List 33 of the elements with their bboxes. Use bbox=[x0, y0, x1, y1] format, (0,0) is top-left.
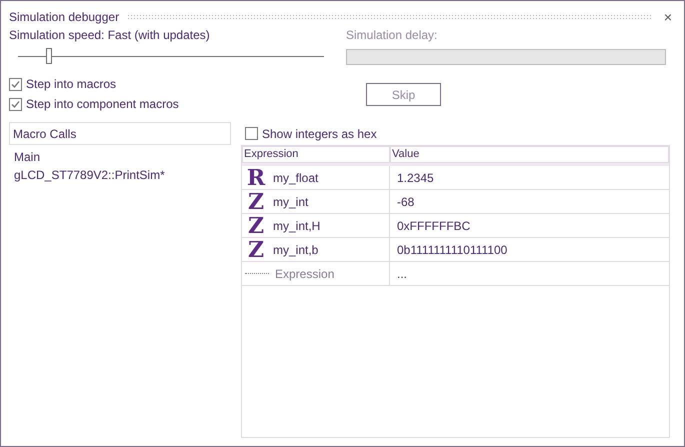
checkbox[interactable] bbox=[9, 98, 22, 110]
value-cell-text: -68 bbox=[396, 194, 416, 210]
expression-cell[interactable]: my_float bbox=[273, 168, 318, 186]
delay-label: Simulation delay: bbox=[346, 27, 438, 43]
check-icon bbox=[11, 100, 20, 108]
slider-thumb[interactable] bbox=[46, 48, 52, 64]
macro-call-item[interactable]: Main bbox=[14, 148, 226, 166]
speed-label: Simulation speed: Fast (with updates) bbox=[9, 27, 211, 43]
type-icon: Z bbox=[245, 214, 267, 236]
macro-call-item[interactable]: gLCD_ST7789V2::PrintSim* bbox=[14, 166, 226, 184]
checkbox[interactable] bbox=[245, 127, 258, 140]
close-button[interactable]: × bbox=[660, 10, 676, 24]
check-icon bbox=[11, 80, 20, 88]
panel-header: Macro Calls bbox=[9, 122, 231, 145]
value-cell-text: ... bbox=[396, 266, 408, 282]
column-header[interactable]: Value bbox=[390, 146, 669, 163]
checkbox-label: Step into component macros bbox=[26, 96, 179, 113]
value-cell-text: 0b1111111110111100 bbox=[396, 242, 508, 258]
column-header[interactable]: Expression bbox=[242, 146, 390, 163]
value-cell-text: 0xFFFFFFBC bbox=[396, 218, 472, 234]
checkbox[interactable] bbox=[9, 78, 22, 90]
window-title: Simulation debugger bbox=[9, 9, 120, 26]
type-icon: Z bbox=[245, 238, 267, 260]
type-icon: Z bbox=[245, 190, 267, 212]
dotted-line bbox=[245, 273, 269, 274]
expression-cell[interactable]: Expression bbox=[275, 264, 334, 282]
expression-cell[interactable]: my_int bbox=[273, 192, 308, 210]
checkbox-label: Show integers as hex bbox=[262, 126, 377, 142]
value-cell-text: 1.2345 bbox=[396, 170, 435, 186]
expression-cell[interactable]: my_int,b bbox=[273, 240, 318, 258]
checkbox-label: Step into macros bbox=[26, 76, 116, 93]
expression-cell[interactable]: my_int,H bbox=[273, 216, 320, 234]
type-icon: R bbox=[245, 166, 267, 188]
